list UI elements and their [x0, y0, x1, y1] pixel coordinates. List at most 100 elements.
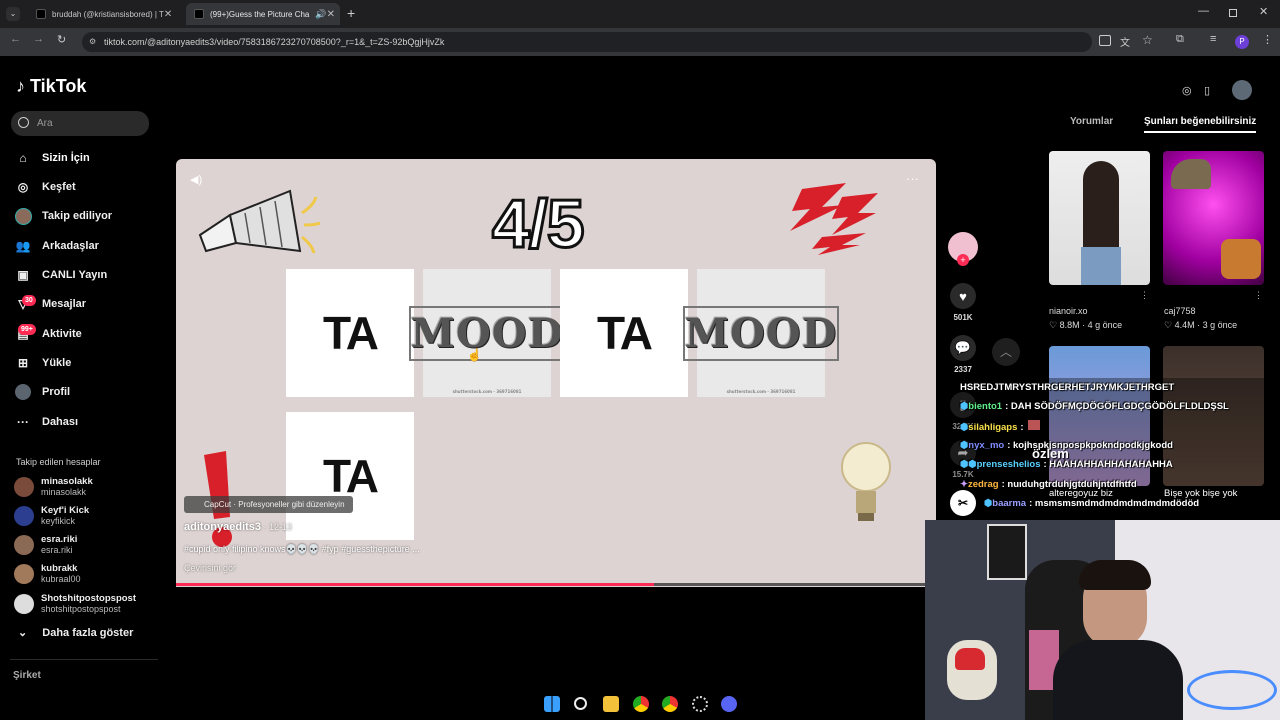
- thumb-ago: 3 g önce: [1202, 320, 1238, 330]
- account-name: esra.riki: [41, 534, 78, 545]
- chrome-active-icon[interactable]: [662, 696, 678, 712]
- streamer-body: [1053, 640, 1183, 720]
- chat-text: : msmsmsmdmdmdmdmdmdmdödöd: [1029, 498, 1200, 509]
- tab-search-icon[interactable]: ⌄: [6, 7, 20, 21]
- audio-icon[interactable]: 🔊: [315, 9, 326, 20]
- chat-text: HSREDJTMRYSTHRGERHETJRYMKJETHRGET: [960, 382, 1175, 393]
- search-taskbar-icon[interactable]: [574, 697, 587, 710]
- see-translation-link[interactable]: Çevirisini gör: [184, 563, 236, 573]
- close-tab-icon[interactable]: ✕: [164, 9, 172, 20]
- extensions-icon[interactable]: ⧉: [1176, 33, 1184, 46]
- following-account[interactable]: Keyf'i Kick keyfikick: [14, 503, 89, 529]
- follow-plus-icon[interactable]: +: [957, 254, 969, 266]
- discord-icon[interactable]: [721, 696, 737, 712]
- tiktok-note-icon: ♪: [16, 76, 25, 96]
- forward-icon[interactable]: →: [33, 33, 44, 45]
- nav-live[interactable]: ▣ CANLI Yayın: [14, 264, 107, 286]
- comment-button[interactable]: 💬 2337: [948, 335, 978, 374]
- profile-avatar-icon[interactable]: P: [1235, 35, 1249, 49]
- url-field[interactable]: ⚙ tiktok.com/@aditonyaedits3/video/75831…: [82, 32, 1092, 52]
- dot-separator: ·: [1197, 320, 1201, 330]
- nav-label: Sizin İçin: [42, 152, 90, 164]
- thumb-options-icon[interactable]: ⋮: [1254, 290, 1263, 301]
- thumb-options-icon[interactable]: ⋮: [1140, 290, 1149, 301]
- comment-icon: 💬: [950, 335, 976, 361]
- following-account[interactable]: Shotshitpostopspost shotshitpostopspost: [14, 591, 136, 617]
- suggested-video-thumb[interactable]: [1049, 151, 1150, 285]
- new-tab-button[interactable]: +: [347, 5, 355, 21]
- creator-avatar[interactable]: +: [948, 232, 978, 266]
- settings-icon[interactable]: [692, 696, 708, 712]
- nav-upload[interactable]: ⊞ Yükle: [14, 352, 71, 374]
- nav-profile[interactable]: Profil: [14, 381, 70, 403]
- thumb-stats: ♡ 8.8M · 4 g önce: [1049, 320, 1122, 331]
- nav-explore[interactable]: ◎ Keşfet: [14, 176, 76, 198]
- right-panel-top-icons: ◎ ▯: [1176, 78, 1266, 102]
- reload-icon[interactable]: ↻: [57, 33, 66, 46]
- nav-friends[interactable]: 👥 Arkadaşlar: [14, 235, 99, 257]
- thumb-user[interactable]: nianoir.xo: [1049, 306, 1088, 316]
- minimize-icon[interactable]: —: [1198, 5, 1209, 17]
- video-author[interactable]: aditonyaedits3 · 12-13: [184, 521, 292, 533]
- nav-for-you[interactable]: ⌂ Sizin İçin: [14, 147, 90, 169]
- suggested-video-thumb[interactable]: [1163, 151, 1264, 285]
- chrome-icon[interactable]: [633, 696, 649, 712]
- translate-icon[interactable]: 文: [1120, 34, 1130, 49]
- following-account[interactable]: esra.riki esra.riki: [14, 532, 77, 558]
- back-icon[interactable]: ←: [10, 33, 21, 45]
- thumb-user[interactable]: caj7758: [1164, 306, 1196, 316]
- video-options-icon[interactable]: ···: [906, 171, 919, 186]
- chat-user: zedrag: [967, 479, 999, 490]
- nav-label: Takip ediliyor: [42, 210, 113, 222]
- windows-start-icon[interactable]: [544, 696, 560, 712]
- following-account[interactable]: kubrakk kubraal00: [14, 561, 81, 587]
- user-avatar[interactable]: [1232, 80, 1252, 100]
- compass-icon: ◎: [17, 180, 29, 194]
- url-text: tiktok.com/@aditonyaedits3/video/7583186…: [104, 37, 445, 47]
- install-icon[interactable]: [1099, 35, 1111, 46]
- lightbulb-illustration: [841, 442, 891, 521]
- following-avatar-icon: [14, 207, 32, 225]
- site-info-icon[interactable]: ⚙: [89, 32, 96, 52]
- browser-menu-icon[interactable]: ⋮: [1262, 33, 1273, 46]
- show-more-button[interactable]: ⌄ Daha fazla göster: [18, 626, 133, 639]
- explore-icon[interactable]: ◎: [1182, 84, 1192, 97]
- file-explorer-icon[interactable]: [603, 696, 619, 712]
- capcut-logo-icon[interactable]: ✂: [950, 490, 976, 516]
- nav-label: CANLI Yayın: [42, 269, 108, 281]
- nav-label: Dahası: [42, 416, 79, 428]
- tab-comments[interactable]: Yorumlar: [1070, 116, 1113, 127]
- video-player[interactable]: ◀) ··· 4/5 TA MOOD shutterstock.com · 369…: [176, 159, 936, 587]
- overlay-word: özlem: [1032, 446, 1069, 461]
- capcut-label[interactable]: CapCut · Profesyoneller gibi düzenleyin: [184, 496, 353, 513]
- avatar: [14, 564, 34, 584]
- heart-outline-icon: ♡: [1049, 320, 1058, 330]
- device-icon[interactable]: ▯: [1204, 84, 1210, 97]
- maximize-icon[interactable]: [1229, 9, 1237, 17]
- nav-label: Yükle: [42, 357, 72, 369]
- right-panel-tabs: Yorumlar Şunları beğenebilirsiniz: [1048, 114, 1274, 136]
- tab-title: (99+)Guess the Picture Cha: [210, 9, 310, 19]
- following-account[interactable]: minasolakk minasolakk: [14, 474, 93, 500]
- nav-following[interactable]: Takip ediliyor: [14, 205, 112, 227]
- close-window-icon[interactable]: ✕: [1259, 5, 1268, 18]
- puzzle-tile: TA: [286, 269, 414, 397]
- badge-icon: ✦: [960, 479, 968, 490]
- bookmark-star-icon[interactable]: ☆: [1142, 33, 1153, 47]
- company-link[interactable]: Şirket: [13, 670, 41, 681]
- previous-video-icon[interactable]: ︿: [992, 338, 1020, 366]
- tiktok-logo[interactable]: ♪ TikTok: [16, 76, 86, 97]
- chat-user: biento1: [968, 401, 1003, 412]
- browser-tab-1[interactable]: bruddah (@kristiansisbored) | T ✕: [28, 3, 180, 25]
- friends-icon: 👥: [15, 239, 31, 253]
- nav-more[interactable]: ··· Dahası: [14, 411, 78, 433]
- search-input[interactable]: Ara: [11, 111, 149, 136]
- browser-tab-2[interactable]: (99+)Guess the Picture Cha 🔊 ✕: [186, 3, 340, 25]
- like-button[interactable]: ♥ 501K: [948, 283, 978, 322]
- video-progress-bar[interactable]: [176, 583, 926, 586]
- puzzle-tile: MOOD shutterstock.com · 369716081: [682, 269, 840, 397]
- tab-you-may-like[interactable]: Şunları beğenebilirsiniz: [1144, 116, 1257, 133]
- close-tab-icon[interactable]: ✕: [327, 9, 335, 20]
- tiktok-favicon-icon: [194, 9, 204, 19]
- reading-list-icon[interactable]: ≡: [1210, 33, 1216, 45]
